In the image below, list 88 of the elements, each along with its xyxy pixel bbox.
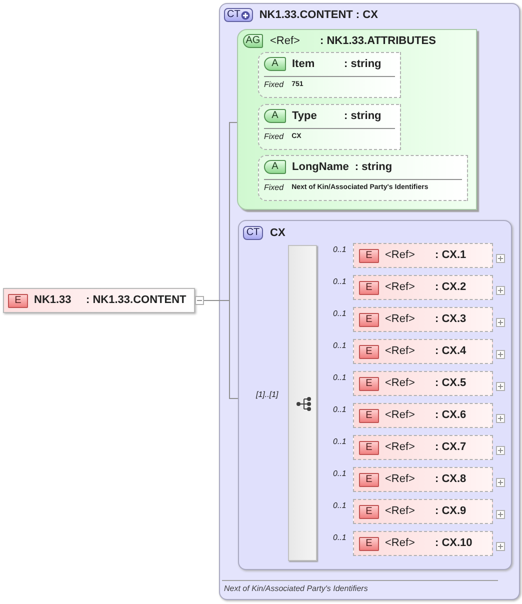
ref-label: <Ref> [385,504,416,520]
expand-icon[interactable] [496,286,505,295]
sequence-icon [296,396,312,412]
ref-label: <Ref> [385,408,416,424]
expand-icon[interactable] [496,510,505,519]
type-badge: A [264,160,286,174]
attribute-type: : string [344,56,382,72]
complex-type-name: NK1.33.CONTENT : CX [259,8,378,23]
element-node[interactable]: E <Ref> : CX.9 [353,499,493,524]
type-badge: E [359,376,379,390]
element-type: : CX.7 [435,440,466,456]
cardinality-label: [1]..[1] [256,389,278,401]
element-type: : CX.4 [435,344,466,360]
ref-label: <Ref> [385,248,416,264]
element-node[interactable]: E <Ref> : CX.1 [353,243,493,268]
type-badge: A [264,57,286,71]
element-node[interactable]: E <Ref> : CX.10 [353,531,493,556]
element-node[interactable]: E <Ref> : CX.6 [353,403,493,428]
element-type: : CX.9 [435,504,466,520]
element-node[interactable]: E <Ref> : CX.3 [353,307,493,332]
content-type-name: CX [270,226,286,241]
cardinality-label: 0..1 [333,404,346,416]
element-node[interactable]: E <Ref> : CX.8 [353,467,493,492]
cardinality-label: 0..1 [333,468,346,480]
element-type: : CX.1 [435,248,466,264]
element-node[interactable]: E <Ref> : CX.2 [353,275,493,300]
type-badge: E [359,440,379,454]
attribute-group-type: : NK1.33.ATTRIBUTES [320,34,436,49]
cardinality-label: 0..1 [333,276,346,288]
element-type: : CX.3 [435,312,466,328]
attribute-type: : string [344,108,382,124]
ref-label: <Ref> [385,376,416,392]
ref-label: <Ref> [385,312,416,328]
attribute-name: Type [292,108,318,124]
type-badge: CT [243,226,263,240]
type-badge: E [359,504,379,518]
documentation-text: Next of Kin/Associated Party's Identifiers [224,583,368,595]
ref-label: <Ref> [385,344,416,360]
type-badge: E [359,472,379,486]
collapse-icon[interactable] [195,296,204,305]
cardinality-label: 0..1 [333,532,346,544]
element-type: : CX.10 [435,536,472,552]
element-node[interactable]: E <Ref> : CX.5 [353,371,493,396]
expand-icon[interactable] [496,318,505,327]
expand-icon[interactable] [496,382,505,391]
fixed-label: Fixed [264,182,284,194]
element-node[interactable]: E NK1.33 : NK1.33.CONTENT [3,288,195,313]
ref-label: <Ref> [270,34,301,49]
element-type: : CX.5 [435,376,466,392]
type-badge: E [359,536,379,550]
expand-icon[interactable] [496,254,505,263]
element-node[interactable]: E <Ref> : CX.4 [353,339,493,364]
type-badge: E [359,344,379,358]
fixed-label: Fixed [264,79,284,91]
expand-icon[interactable] [496,414,505,423]
expand-icon[interactable] [496,542,505,551]
element-node[interactable]: E <Ref> : CX.7 [353,435,493,460]
expand-icon[interactable] [496,446,505,455]
type-badge: CT [224,8,254,22]
element-name: NK1.33 [34,293,72,308]
attribute-name: Item [292,56,316,72]
expand-icon[interactable] [496,350,505,359]
type-badge: A [264,109,286,123]
type-badge: E [8,294,28,308]
cardinality-label: 0..1 [333,244,346,256]
attribute-name: LongName [292,160,349,175]
element-type: : CX.6 [435,408,466,424]
ref-label: <Ref> [385,280,416,296]
cardinality-label: 0..1 [333,500,346,512]
type-badge: E [359,408,379,422]
type-badge: E [359,248,379,262]
cardinality-label: 0..1 [333,308,346,320]
expand-icon[interactable] [496,478,505,487]
cardinality-label: 0..1 [333,372,346,384]
ref-label: <Ref> [385,472,416,488]
element-type: : CX.8 [435,472,466,488]
cardinality-label: 0..1 [333,340,346,352]
element-type: : CX.2 [435,280,466,296]
element-type: : NK1.33.CONTENT [86,293,186,308]
fixed-label: Fixed [264,131,284,143]
type-badge: E [359,280,379,294]
plus-icon [241,10,250,20]
ref-label: <Ref> [385,440,416,456]
type-badge: E [359,312,379,326]
ref-label: <Ref> [385,536,416,552]
cardinality-label: 0..1 [333,436,346,448]
attribute-type: : string [354,160,392,175]
type-badge: AG [243,34,263,48]
